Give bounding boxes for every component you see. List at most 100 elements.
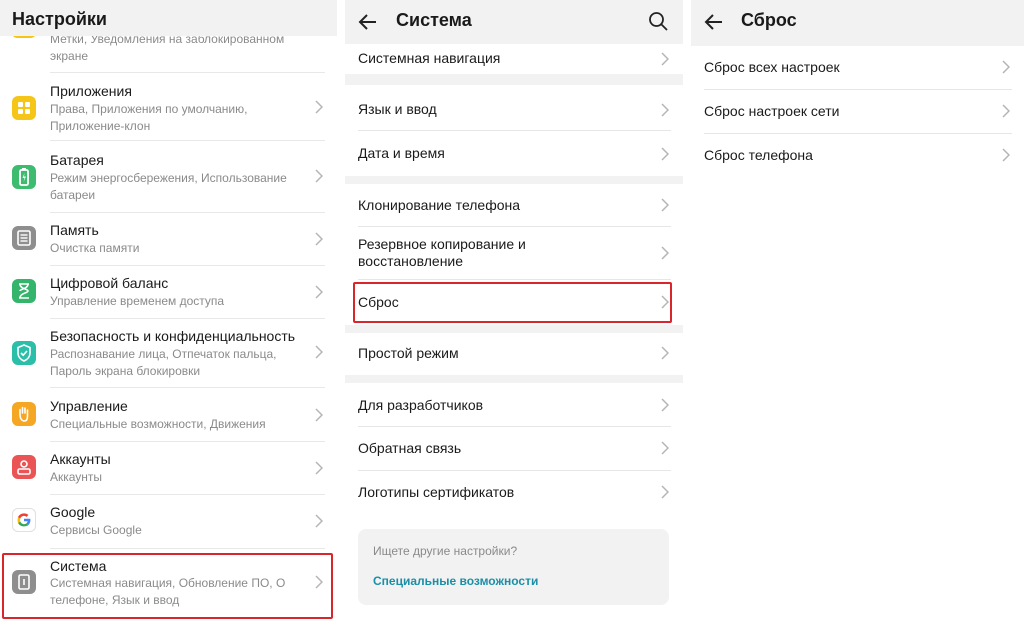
settings-item-sub: Аккаунты: [50, 470, 103, 484]
menu-item-certificates[interactable]: Логотипы сертификатов: [345, 471, 683, 514]
menu-item-system-navigation[interactable]: Системная навигация: [345, 44, 683, 74]
settings-item-title: Управление: [50, 398, 128, 414]
settings-item-sub: Пароль экрана блокировки: [50, 364, 201, 378]
divider: [50, 265, 325, 266]
menu-item-reset-all-settings[interactable]: Сброс всех настроек: [691, 46, 1024, 89]
chevron-right-icon: [661, 485, 669, 499]
settings-item-apps[interactable]: Приложения Права, Приложения по умолчани…: [0, 82, 337, 138]
chevron-right-icon: [1002, 60, 1010, 74]
chevron-right-icon: [661, 52, 669, 66]
settings-item-title: Безопасность и конфиденциальность: [50, 328, 296, 344]
settings-item-sub: Права, Приложения по умолчанию,: [50, 102, 248, 116]
reset-list: Сброс всех настроек Сброс настроек сети …: [691, 46, 1024, 638]
menu-item-label: Логотипы сертификатов: [358, 484, 515, 500]
settings-item-sub: батареи: [50, 188, 96, 202]
settings-item-title: Цифровой баланс: [50, 275, 169, 291]
page-title: Настройки: [12, 9, 107, 29]
settings-header: Настройки: [0, 0, 337, 36]
menu-item-label: Сброс настроек сети: [704, 103, 840, 119]
settings-item-accounts[interactable]: Аккаунты Аккаунты: [0, 450, 337, 490]
settings-item-control[interactable]: Управление Специальные возможности, Движ…: [0, 397, 337, 437]
menu-item-label: Клонирование телефона: [358, 197, 521, 213]
chevron-right-icon: [661, 346, 669, 360]
settings-panel: Метки, Уведомления на заблокированном эк…: [0, 0, 337, 638]
settings-item-sub: Сервисы Google: [50, 523, 142, 537]
settings-item-google[interactable]: Google Сервисы Google: [0, 503, 337, 543]
divider: [50, 387, 325, 388]
settings-item-title: Аккаунты: [50, 451, 111, 467]
settings-item-battery[interactable]: Батарея Режим энергосбережения, Использо…: [0, 151, 337, 207]
search-icon[interactable]: [647, 10, 669, 32]
chevron-right-icon: [661, 147, 669, 161]
chevron-right-icon: [661, 441, 669, 455]
chevron-right-icon: [1002, 148, 1010, 162]
settings-item-sub: Распознавание лица, Отпечаток пальца,: [50, 347, 277, 361]
system-header: Система: [345, 0, 683, 44]
storage-icon: [12, 226, 36, 250]
menu-item-label: восстановление: [358, 253, 464, 269]
hand-icon: [12, 402, 36, 426]
settings-item-sub: Приложение-клон: [50, 119, 151, 133]
menu-item-label: Сброс телефона: [704, 147, 813, 163]
chevron-right-icon: [1002, 104, 1010, 118]
settings-item-title: Батарея: [50, 152, 104, 168]
back-arrow-icon[interactable]: [703, 11, 725, 33]
page-title: Система: [396, 10, 472, 30]
system-card-nav: Системная навигация: [345, 44, 683, 74]
menu-item-feedback[interactable]: Обратная связь: [345, 427, 683, 470]
menu-item-language[interactable]: Язык и ввод: [345, 85, 683, 130]
menu-item-date-time[interactable]: Дата и время: [345, 131, 683, 176]
settings-item-title: Google: [50, 504, 96, 520]
settings-item-security[interactable]: Безопасность и конфиденциальность Распоз…: [0, 327, 337, 383]
apps-icon: [12, 96, 36, 120]
system-card-simple: Простой режим: [345, 333, 683, 375]
divider: [50, 72, 325, 73]
chevron-right-icon: [315, 100, 323, 114]
menu-item-reset-network[interactable]: Сброс настроек сети: [691, 90, 1024, 133]
chevron-right-icon: [661, 246, 669, 260]
chevron-right-icon: [315, 285, 323, 299]
highlight-frame: [2, 553, 333, 619]
menu-item-label: Для разработчиков: [358, 397, 484, 413]
battery-icon: [12, 165, 36, 189]
divider: [50, 494, 325, 495]
chevron-right-icon: [661, 103, 669, 117]
menu-item-label: Обратная связь: [358, 440, 462, 456]
suggestion-question: Ищете другие настройки?: [373, 544, 518, 558]
page-title: Сброс: [741, 10, 797, 30]
settings-item-title: Память: [50, 222, 99, 238]
menu-item-label: Язык и ввод: [358, 101, 437, 117]
settings-item-storage[interactable]: Память Очистка памяти: [0, 221, 337, 261]
chevron-right-icon: [315, 461, 323, 475]
accessibility-link[interactable]: Специальные возможности: [373, 574, 538, 588]
chevron-right-icon: [661, 398, 669, 412]
menu-item-backup[interactable]: Резервное копирование и восстановление: [345, 227, 683, 279]
google-icon: [12, 508, 36, 532]
settings-item-sub: Специальные возможности, Движения: [50, 417, 266, 431]
divider: [50, 212, 325, 213]
menu-item-label: Резервное копирование и: [358, 236, 526, 252]
suggestion-box: Ищете другие настройки? Специальные возм…: [358, 529, 669, 605]
chevron-right-icon: [315, 514, 323, 528]
menu-item-label: Простой режим: [358, 345, 459, 361]
menu-item-reset-phone[interactable]: Сброс телефона: [691, 134, 1024, 177]
menu-item-simple-mode[interactable]: Простой режим: [345, 333, 683, 375]
back-arrow-icon[interactable]: [357, 11, 379, 33]
settings-item-sub: Очистка памяти: [50, 241, 140, 255]
menu-item-label: Системная навигация: [358, 50, 501, 66]
divider: [50, 548, 325, 549]
settings-item-title: Приложения: [50, 83, 132, 99]
chevron-right-icon: [315, 345, 323, 359]
highlight-frame: [353, 282, 672, 323]
partial-sub-2: экране: [50, 49, 89, 63]
system-card-lang: Язык и ввод Дата и время: [345, 85, 683, 176]
hourglass-icon: [12, 279, 36, 303]
chevron-right-icon: [315, 169, 323, 183]
menu-item-developers[interactable]: Для разработчиков: [345, 383, 683, 426]
settings-item-digital-balance[interactable]: Цифровой баланс Управление временем дост…: [0, 274, 337, 314]
settings-item-sub: Управление временем доступа: [50, 294, 225, 308]
chevron-right-icon: [661, 198, 669, 212]
menu-item-clone-phone[interactable]: Клонирование телефона: [345, 184, 683, 226]
chevron-right-icon: [315, 232, 323, 246]
system-panel: Система Системная навигация Язык и ввод …: [345, 0, 683, 638]
